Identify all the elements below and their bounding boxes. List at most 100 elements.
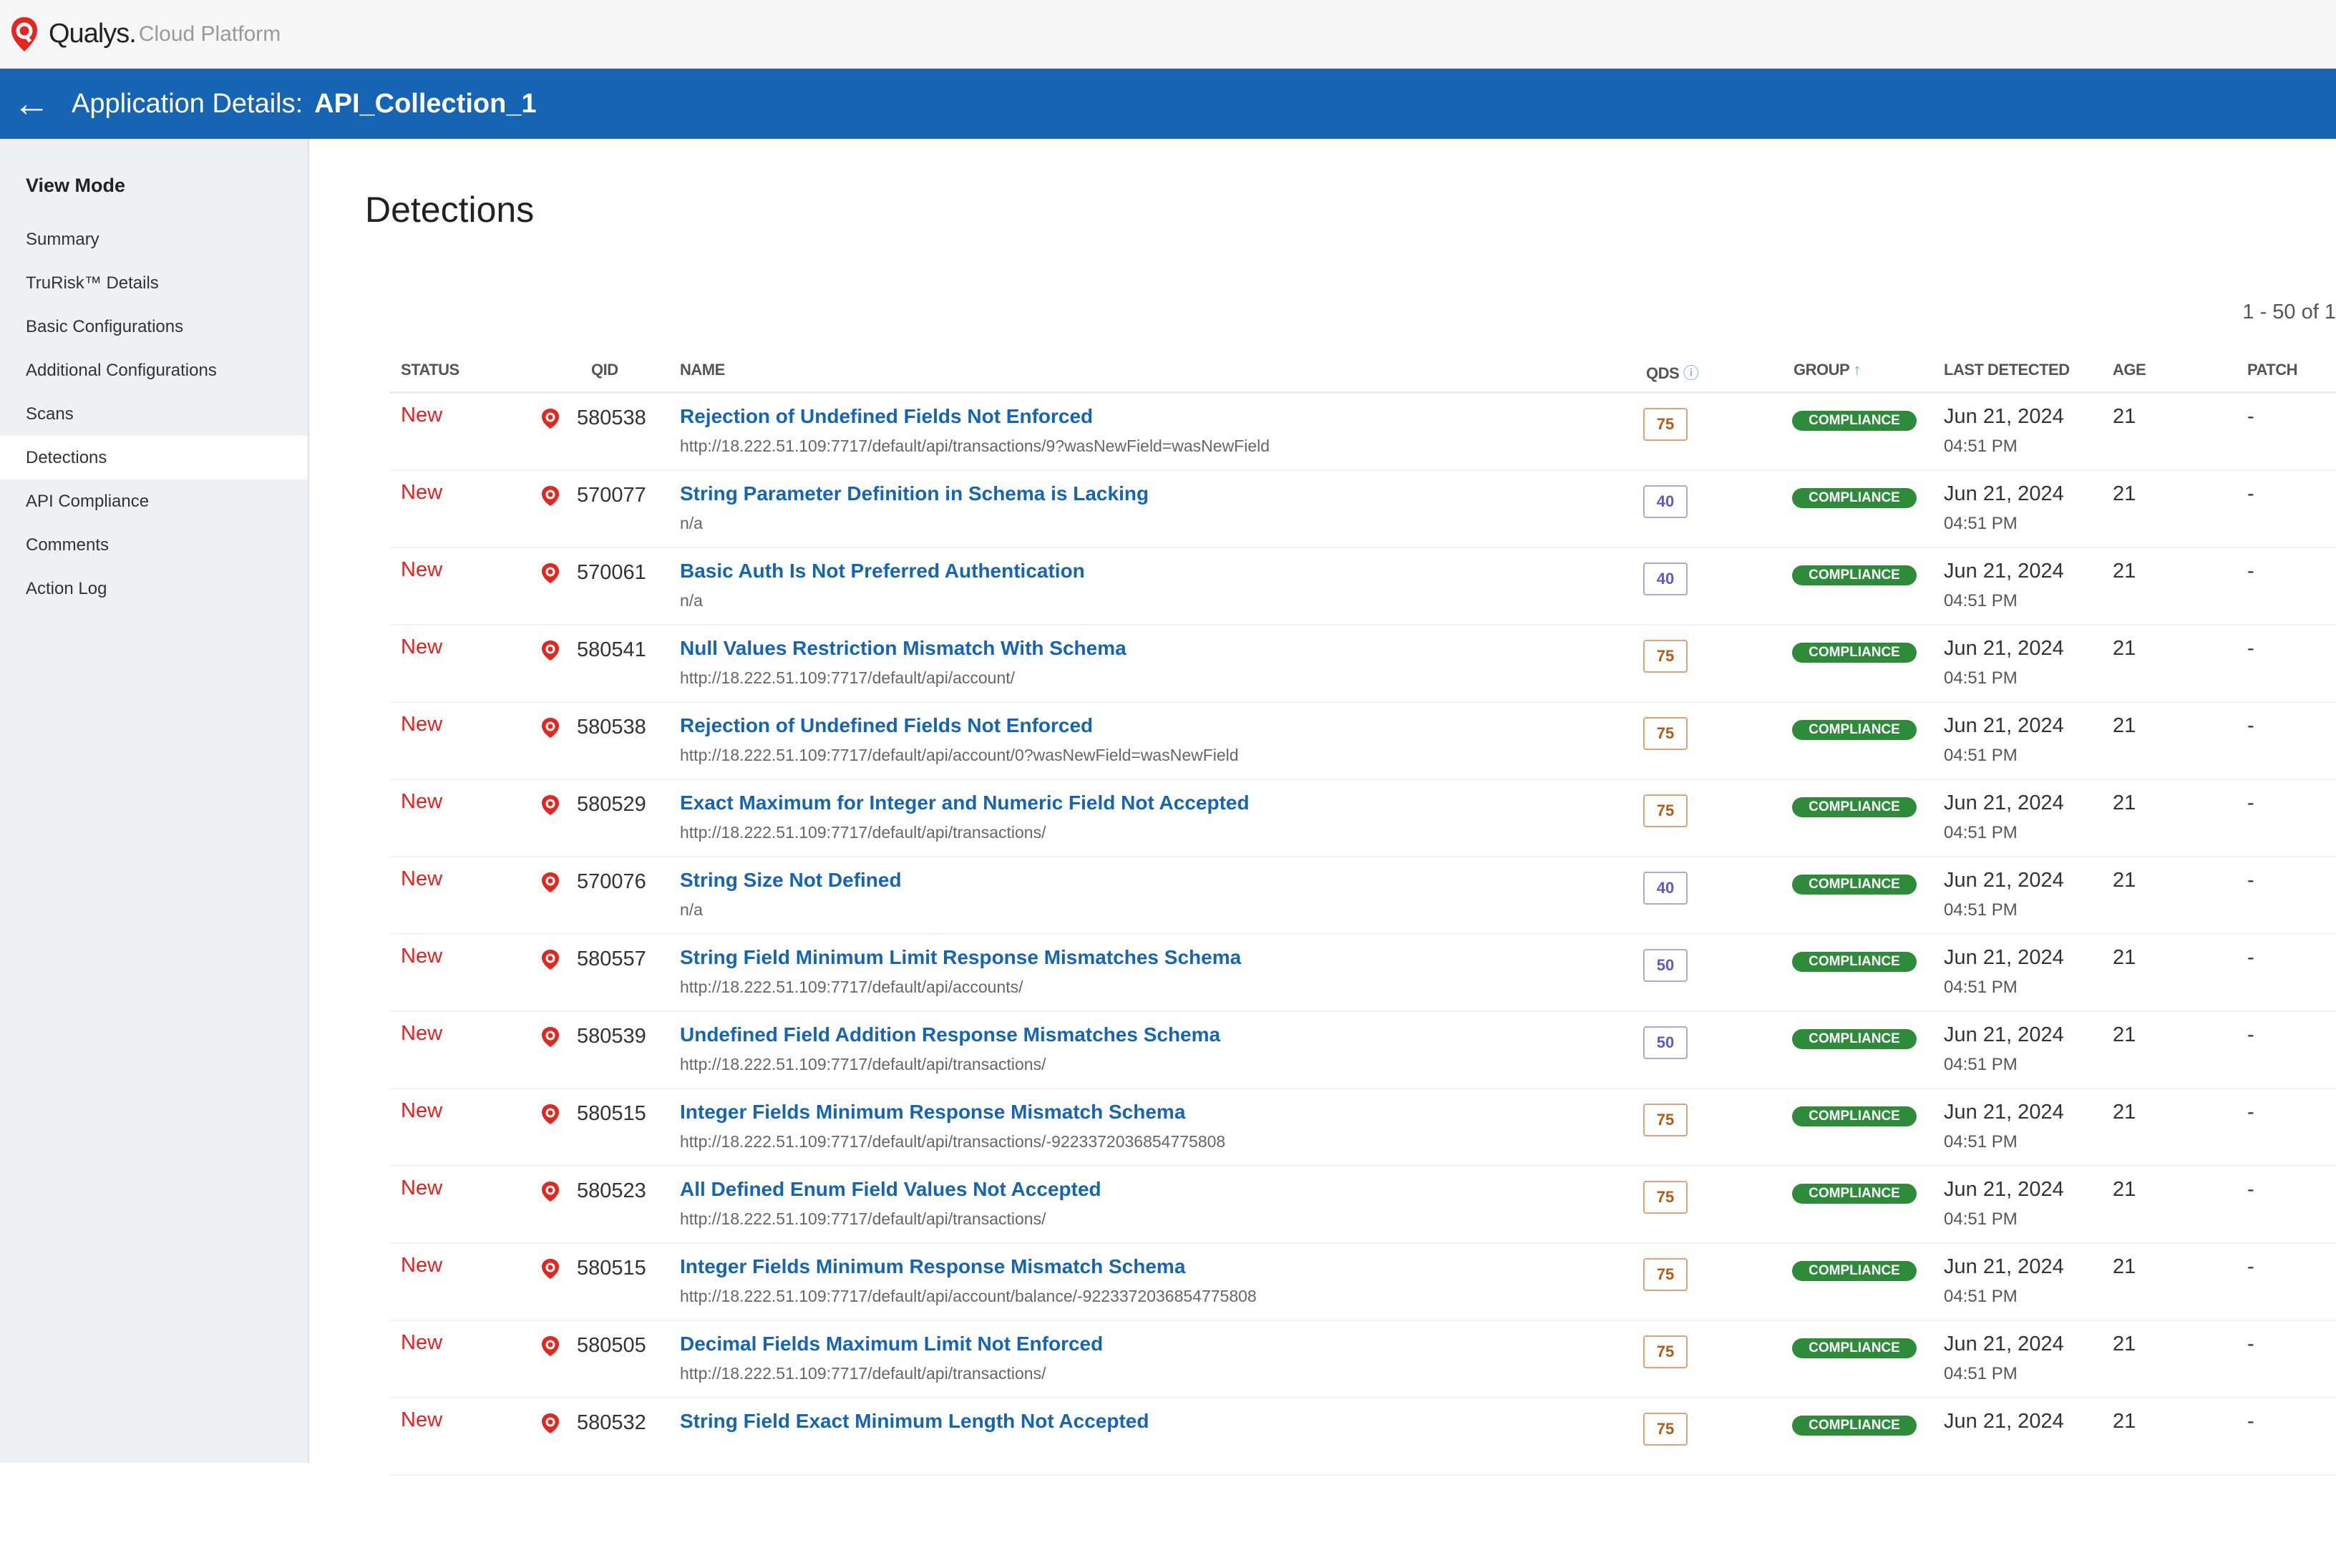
table-row[interactable]: New 580515 Integer Fields Minimum Response…	[389, 1244, 2336, 1321]
detection-url: http://18.222.51.109:7717/default/api/tr…	[680, 1132, 1226, 1151]
table-row[interactable]: New 580541 Null Values Restriction Mismatc…	[389, 625, 2336, 703]
table-row[interactable]: New 580505 Decimal Fields Maximum Limit No…	[389, 1321, 2336, 1398]
group-badge: COMPLIANCE	[1792, 1261, 1917, 1281]
table-row[interactable]: New 580557 String Field Minimum Limit Resp…	[389, 935, 2336, 1012]
detection-name-link[interactable]: Basic Auth Is Not Preferred Authenticati…	[680, 560, 1085, 583]
qualys-logo-icon	[11, 16, 37, 52]
col-qds[interactable]: QDS ⓘ	[1646, 361, 1699, 384]
detection-name-link[interactable]: Null Values Restriction Mismatch With Sc…	[680, 637, 1126, 660]
detection-name-link[interactable]: Rejection of Undefined Fields Not Enforc…	[680, 714, 1093, 737]
table-row[interactable]: New 580515 Integer Fields Minimum Response…	[389, 1089, 2336, 1167]
status-label: New	[401, 867, 443, 890]
detection-name-link[interactable]: Integer Fields Minimum Response Mismatch…	[680, 1101, 1185, 1124]
table-row[interactable]: New 580539 Undefined Field Addition Respon…	[389, 1012, 2336, 1089]
last-detected-time: 04:51 PM	[1944, 900, 2018, 920]
qds-score-badge: 75	[1643, 1258, 1688, 1291]
detection-url: http://18.222.51.109:7717/default/api/tr…	[680, 437, 1270, 455]
col-name[interactable]: NAME	[680, 361, 725, 379]
group-badge: COMPLIANCE	[1792, 411, 1917, 431]
detection-name-link[interactable]: All Defined Enum Field Values Not Accept…	[680, 1178, 1101, 1201]
status-label: New	[401, 1177, 443, 1199]
group-badge: COMPLIANCE	[1792, 952, 1917, 972]
brand-subtitle: Cloud Platform	[138, 21, 281, 46]
back-arrow-icon[interactable]: ←	[13, 85, 50, 122]
last-detected-date: Jun 21, 2024	[1944, 405, 2064, 428]
sidebar-item-trurisk-details[interactable]: TruRisk™ Details	[0, 261, 308, 305]
group-badge: COMPLIANCE	[1792, 720, 1917, 740]
patch: -	[2247, 1410, 2254, 1433]
detection-name-link[interactable]: Rejection of Undefined Fields Not Enforc…	[680, 405, 1093, 428]
group-badge: COMPLIANCE	[1792, 1338, 1917, 1358]
qid: 580515	[577, 1102, 646, 1125]
table-header: STATUS QID NAME QDS ⓘ GROUP ↑ LAST DETEC…	[389, 346, 2336, 394]
group-badge: COMPLIANCE	[1792, 1106, 1917, 1126]
detection-name-link[interactable]: String Size Not Defined	[680, 869, 902, 892]
sidebar-item-comments[interactable]: Comments	[0, 523, 308, 567]
detection-name-link[interactable]: String Field Exact Minimum Length Not Ac…	[680, 1410, 1149, 1433]
pagination-count: 1 - 50 of 1	[2242, 301, 2336, 323]
detection-url: http://18.222.51.109:7717/default/api/ac…	[680, 978, 1023, 996]
app-header: ← Application Details: API_Collection_1	[0, 69, 2336, 139]
qds-score-badge: 75	[1643, 408, 1688, 441]
patch: -	[2247, 869, 2254, 892]
detection-name-link[interactable]: Undefined Field Addition Response Mismat…	[680, 1023, 1220, 1046]
last-detected-time: 04:51 PM	[1944, 1209, 2018, 1229]
sidebar-item-api-compliance[interactable]: API Compliance	[0, 479, 308, 523]
qds-score-badge: 40	[1643, 872, 1688, 905]
qds-score-badge: 75	[1643, 1104, 1688, 1136]
patch: -	[2247, 637, 2254, 660]
col-patch[interactable]: PATCH	[2247, 361, 2298, 379]
patch: -	[2247, 560, 2254, 583]
status-label: New	[401, 1022, 443, 1045]
table-row[interactable]: New 570061 Basic Auth Is Not Preferred Aut…	[389, 548, 2336, 625]
col-status[interactable]: STATUS	[401, 361, 459, 379]
table-row[interactable]: New 580523 All Defined Enum Field Values N…	[389, 1167, 2336, 1244]
qualys-shield-icon	[541, 640, 560, 661]
detection-name-link[interactable]: Decimal Fields Maximum Limit Not Enforce…	[680, 1333, 1103, 1355]
table-row[interactable]: New 580538 Rejection of Undefined Fields N…	[389, 394, 2336, 471]
status-label: New	[401, 636, 443, 658]
table-row[interactable]: New 570077 String Parameter Definition in …	[389, 471, 2336, 548]
col-group[interactable]: GROUP ↑	[1794, 361, 1861, 379]
col-qid[interactable]: QID	[591, 361, 618, 379]
detection-url: http://18.222.51.109:7717/default/api/ac…	[680, 746, 1239, 764]
view-mode-title: View Mode	[26, 175, 126, 196]
group-badge: COMPLIANCE	[1792, 1184, 1917, 1204]
col-last-detected[interactable]: LAST DETECTED	[1944, 361, 2070, 379]
status-label: New	[401, 713, 443, 736]
age: 21	[2113, 637, 2136, 660]
qds-score-badge: 50	[1643, 949, 1688, 982]
last-detected-date: Jun 21, 2024	[1944, 1178, 2064, 1201]
table-row[interactable]: New 580538 Rejection of Undefined Fields N…	[389, 703, 2336, 780]
patch: -	[2247, 1023, 2254, 1046]
detections-table: STATUS QID NAME QDS ⓘ GROUP ↑ LAST DETEC…	[389, 346, 2336, 1568]
detection-name-link[interactable]: Integer Fields Minimum Response Mismatch…	[680, 1255, 1185, 1278]
patch: -	[2247, 946, 2254, 969]
sidebar-item-detections[interactable]: Detections	[0, 436, 308, 479]
status-label: New	[401, 1254, 443, 1277]
page-title: Detections	[365, 190, 535, 230]
status-label: New	[401, 1099, 443, 1122]
qid: 580505	[577, 1334, 646, 1357]
age: 21	[2113, 1101, 2136, 1124]
status-label: New	[401, 1408, 443, 1431]
age: 21	[2113, 405, 2136, 428]
age: 21	[2113, 1255, 2136, 1278]
sidebar-item-summary[interactable]: Summary	[0, 218, 308, 261]
table-row[interactable]: New 580532 String Field Exact Minimum Leng…	[389, 1398, 2336, 1476]
group-badge: COMPLIANCE	[1792, 797, 1917, 817]
sort-ascending-icon: ↑	[1853, 361, 1861, 379]
table-row[interactable]: New 570076 String Size Not Defined n/a 40 COM…	[389, 857, 2336, 935]
detection-name-link[interactable]: String Field Minimum Limit Response Mism…	[680, 946, 1241, 969]
group-badge: COMPLIANCE	[1792, 1416, 1917, 1436]
sidebar-item-scans[interactable]: Scans	[0, 392, 308, 436]
detection-name-link[interactable]: Exact Maximum for Integer and Numeric Fi…	[680, 792, 1250, 814]
sidebar-item-action-log[interactable]: Action Log	[0, 567, 308, 610]
last-detected-date: Jun 21, 2024	[1944, 1101, 2064, 1124]
info-icon[interactable]: ⓘ	[1683, 364, 1699, 382]
detection-name-link[interactable]: String Parameter Definition in Schema is…	[680, 482, 1149, 505]
sidebar-item-additional-configurations[interactable]: Additional Configurations	[0, 349, 308, 392]
sidebar-item-basic-configurations[interactable]: Basic Configurations	[0, 305, 308, 349]
table-row[interactable]: New 580529 Exact Maximum for Integer and N…	[389, 780, 2336, 857]
col-age[interactable]: AGE	[2113, 361, 2146, 379]
